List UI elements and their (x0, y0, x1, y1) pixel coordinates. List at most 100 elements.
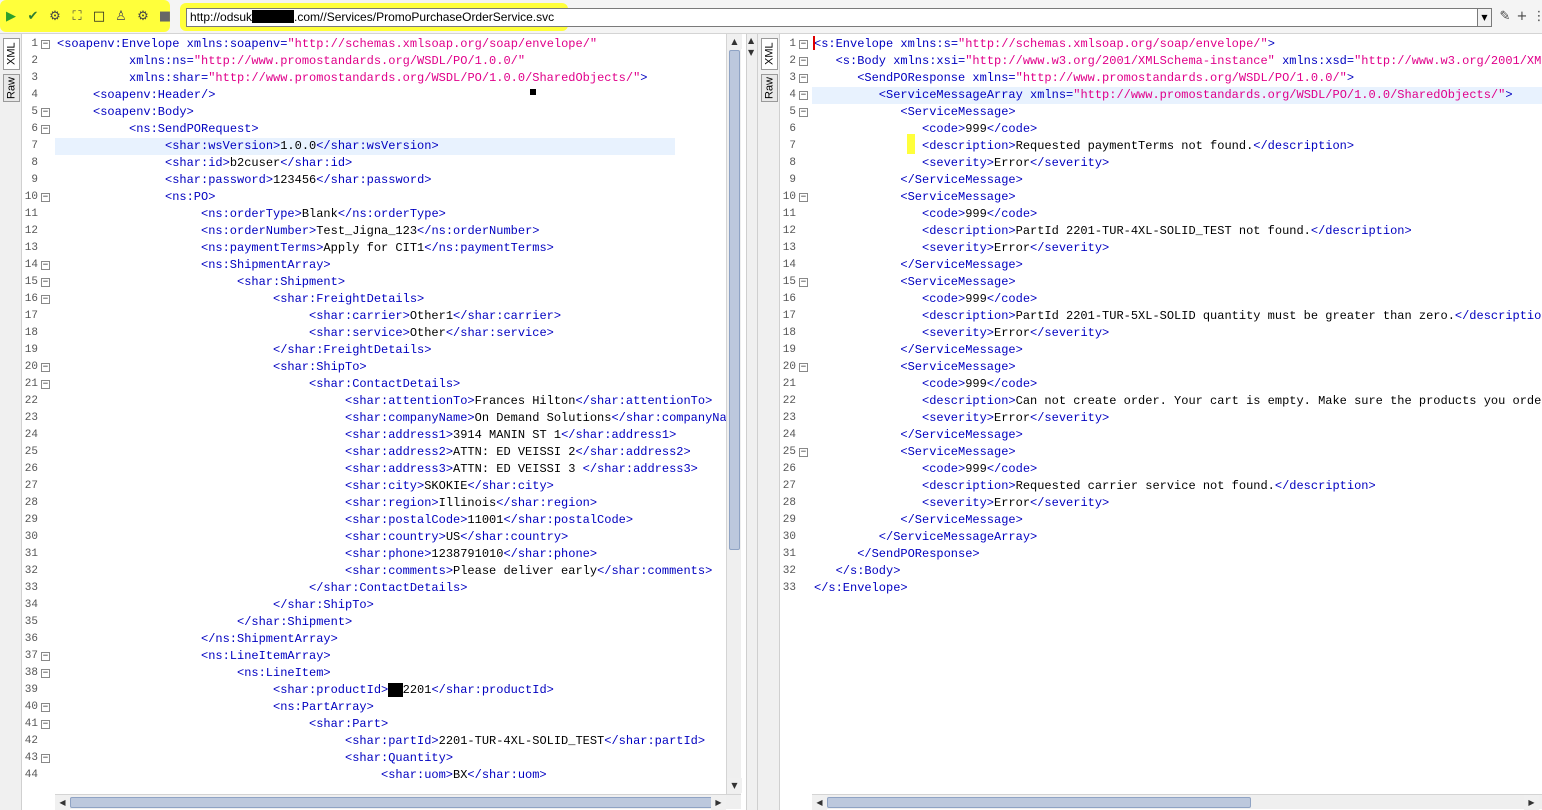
run-button[interactable]: ▶ (3, 8, 19, 24)
xml-text: Apply for CIT1 (323, 241, 425, 255)
code-line: <shar:country>US</shar:country> (345, 529, 568, 546)
fold-toggle-icon[interactable]: − (41, 652, 50, 661)
line-number: 11 (24, 208, 38, 220)
line-number: 29 (782, 514, 796, 526)
fold-toggle-icon[interactable]: − (41, 40, 50, 49)
xml-text: b2cuser (229, 156, 281, 170)
fold-toggle-icon[interactable]: − (41, 261, 50, 270)
pane-splitter[interactable]: ▲ ▼ (746, 34, 758, 810)
line-number: 19 (782, 344, 796, 356)
plus-icon: + (1516, 8, 1528, 24)
fold-toggle-icon[interactable]: − (41, 295, 50, 304)
user-button[interactable]: ♙ (113, 8, 129, 24)
url-dropdown-button[interactable]: ▼ (1477, 8, 1492, 27)
request-horizontal-scrollbar[interactable]: ◀ ▶ (55, 794, 741, 810)
scroll-right-icon[interactable]: ▶ (1524, 795, 1539, 810)
fold-toggle-icon[interactable]: − (799, 363, 808, 372)
fold-toggle-icon[interactable]: − (799, 57, 808, 66)
code-line: <description>PartId 2201-TUR-5XL-SOLID q… (922, 308, 1542, 325)
scroll-left-icon[interactable]: ◀ (55, 795, 70, 810)
line-number: 16 (24, 293, 38, 305)
fold-toggle-icon[interactable]: − (41, 278, 50, 287)
code-line: <shar:address1>3914 MANIN ST 1</shar:add… (345, 427, 676, 444)
xml-tag: </shar:uom> (467, 768, 547, 782)
fold-toggle-icon[interactable]: − (41, 669, 50, 678)
fold-toggle-icon[interactable]: − (41, 754, 50, 763)
scroll-up-icon[interactable]: ▲ (727, 34, 742, 49)
xml-tag: </shar:ContactDetails> (309, 581, 468, 595)
tab-raw-request[interactable]: Raw (3, 74, 20, 102)
edit-button[interactable]: ✎ (1497, 8, 1513, 24)
code-line: <ServiceMessage> (900, 274, 1015, 291)
collapse-left-icon[interactable]: ▲ (748, 36, 754, 45)
run-all-icon: ✔ (27, 8, 39, 24)
xml-tag: </shar:partId> (604, 734, 706, 748)
line-number: 8 (31, 157, 38, 169)
run-all-button[interactable]: ✔ (25, 8, 41, 24)
xml-tag: </ns:orderNumber> (417, 224, 540, 238)
ws-c-button[interactable]: ⚙ (135, 8, 151, 24)
request-xml-editor[interactable]: <soapenv:Envelope xmlns:soapenv="http://… (55, 34, 726, 796)
request-vertical-thumb[interactable] (729, 50, 740, 550)
fold-toggle-icon[interactable]: − (799, 40, 808, 49)
request-vertical-scrollbar[interactable]: ▲ ▼ (726, 34, 742, 796)
code-line: <shar:comments>Please deliver early</sha… (345, 563, 712, 580)
fold-toggle-icon[interactable]: − (41, 125, 50, 134)
ws-a-button[interactable]: ⚙ (47, 8, 63, 24)
stop-button[interactable]: □ (91, 8, 107, 24)
xml-attr-value: "http://www.promostandards.org/WSDL/PO/1… (193, 54, 526, 68)
fold-toggle-icon[interactable]: − (799, 278, 808, 287)
xml-tag: <ServiceMessage> (900, 360, 1016, 374)
more-button[interactable]: ⋮ (1531, 8, 1542, 24)
code-line: xmlns:shar="http://www.promostandards.or… (129, 70, 648, 87)
line-number: 30 (782, 531, 796, 543)
tab-raw-response[interactable]: Raw (761, 74, 778, 102)
line-number: 7 (31, 140, 38, 152)
fold-toggle-icon[interactable]: − (41, 363, 50, 372)
xml-tag: </shar:password> (316, 173, 432, 187)
xml-tag: <shar:uom> (381, 768, 454, 782)
code-line: </ns:ShipmentArray> (201, 631, 338, 648)
xml-tag: <severity> (922, 496, 995, 510)
xml-tag: <s:Envelope (814, 37, 901, 51)
fold-toggle-icon[interactable]: − (799, 108, 808, 117)
code-line: <s:Envelope xmlns:s="http://schemas.xmls… (814, 36, 1275, 53)
line-number: 6 (31, 123, 38, 135)
response-xml-editor[interactable]: <s:Envelope xmlns:s="http://schemas.xmls… (812, 34, 1542, 796)
xml-tag: </code> (986, 462, 1038, 476)
fold-toggle-icon[interactable]: − (41, 703, 50, 712)
endpoint-url-input[interactable]: http://odsuk .com//Services/PromoPurchase… (186, 8, 1492, 27)
response-horizontal-scrollbar[interactable]: ◀ ▶ (812, 794, 1542, 810)
fold-toggle-icon[interactable]: − (41, 193, 50, 202)
xml-text: Other (409, 326, 446, 340)
xml-tag: <shar:FreightDetails> (273, 292, 425, 306)
fold-toggle-icon[interactable]: − (41, 108, 50, 117)
xml-tag: </s:Envelope> (814, 581, 908, 595)
request-horizontal-thumb[interactable] (70, 797, 713, 808)
block-button[interactable]: ■ (157, 8, 173, 24)
code-line: <soapenv:Body> (93, 104, 194, 121)
fold-toggle-icon[interactable]: − (41, 380, 50, 389)
scroll-left-icon[interactable]: ◀ (812, 795, 827, 810)
scroll-right-icon[interactable]: ▶ (711, 795, 726, 810)
ws-b-button[interactable]: ⛶ (69, 8, 85, 24)
scroll-down-icon[interactable]: ▼ (727, 778, 742, 793)
line-number: 26 (782, 463, 796, 475)
code-line: <ns:SendPORequest> (129, 121, 259, 138)
tab-xml-response[interactable]: XML (761, 38, 778, 70)
fold-toggle-icon[interactable]: − (799, 74, 808, 83)
xml-tag: <ns:LineItem> (237, 666, 331, 680)
xml-text: 1.0.0 (280, 139, 317, 153)
xml-tag: </description> (1253, 139, 1355, 153)
xml-tag: <shar:Part> (309, 717, 389, 731)
line-number: 35 (24, 616, 38, 628)
tab-xml-request[interactable]: XML (3, 38, 20, 70)
response-horizontal-thumb[interactable] (827, 797, 1251, 808)
fold-toggle-icon[interactable]: − (41, 720, 50, 729)
redacted-block: ██ (388, 683, 403, 697)
fold-toggle-icon[interactable]: − (799, 193, 808, 202)
fold-toggle-icon[interactable]: − (799, 91, 808, 100)
collapse-right-icon[interactable]: ▼ (748, 48, 754, 57)
plus-button[interactable]: + (1514, 8, 1530, 24)
fold-toggle-icon[interactable]: − (799, 448, 808, 457)
